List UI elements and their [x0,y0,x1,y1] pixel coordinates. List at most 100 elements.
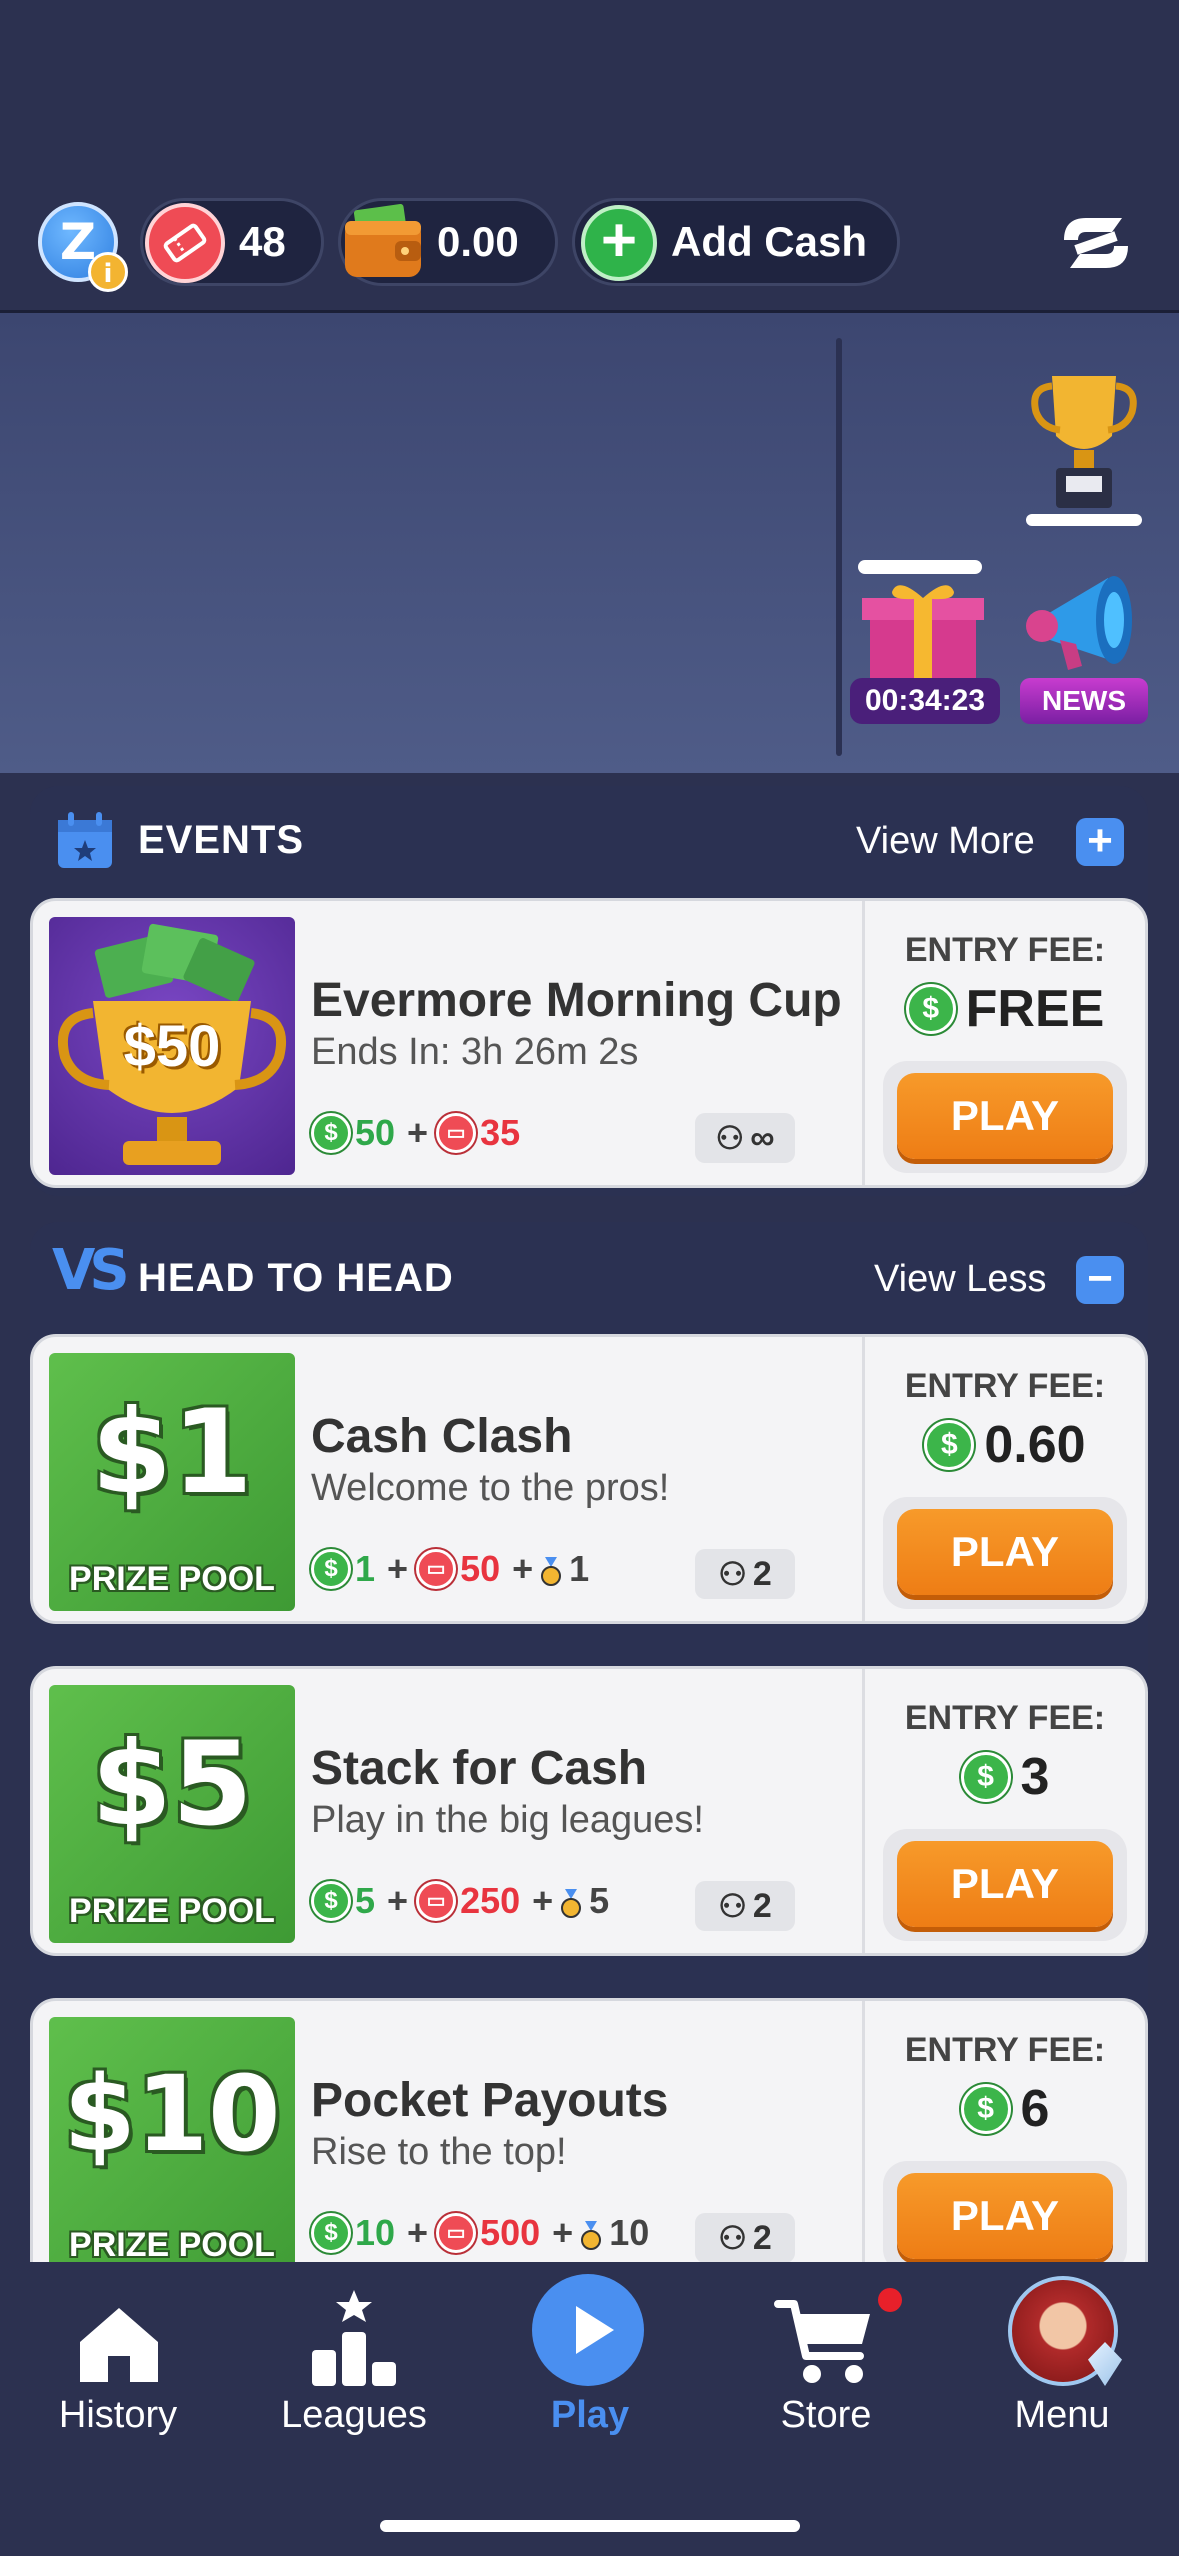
gift-box-button[interactable]: 00:34:23 [850,558,1006,726]
contest-name: Pocket Payouts [311,2074,669,2127]
view-less-label[interactable]: View Less [874,1258,1047,1301]
nav-label: Menu [1014,2394,1110,2436]
calendar-icon [54,810,116,872]
reward-medals: 5 [589,1880,610,1921]
wallet-pill[interactable]: 0.00 [338,198,558,286]
plus-sign: + [387,1548,409,1589]
players-count: 2 [752,1886,772,1925]
ticket-icon: ▭ [416,1549,457,1589]
entry-fee-amount: FREE [965,980,1105,1038]
prize-amount: $5 [91,1717,253,1852]
nav-history[interactable]: History [8,2262,228,2482]
h2h-card[interactable]: $1 PRIZE POOL Cash Clash Welcome to the … [30,1334,1148,1624]
ticket-icon [145,203,225,283]
prize-pool-label: PRIZE POOL [69,1560,275,1598]
players-badge: ⚇ 2 [695,2213,795,2263]
collapse-minus-icon[interactable]: − [1076,1256,1124,1304]
entry-fee-value: $6 [865,2079,1145,2139]
play-button-frame: PLAY [883,2161,1127,2273]
h2h-title: HEAD TO HEAD [138,1256,454,1300]
medal-icon [561,1886,582,1918]
play-button-frame: PLAY [883,1497,1127,1609]
sync-logo-icon[interactable] [1056,210,1136,276]
event-card[interactable]: $50 Evermore Morning Cup Ends In: 3h 26m… [30,898,1148,1188]
home-indicator [380,2520,800,2532]
nav-leagues[interactable]: Leagues [244,2262,464,2482]
play-button[interactable]: PLAY [897,1509,1113,1595]
tickets-pill[interactable]: 48 [140,198,324,286]
tickets-count: 48 [239,218,286,265]
gift-timer: 00:34:23 [850,678,1000,724]
z-badge-icon[interactable]: Z i [38,202,128,292]
nav-menu[interactable]: Menu [952,2262,1172,2482]
medal-icon [541,1554,562,1586]
avatar [1008,2276,1122,2386]
trophy-icon[interactable] [1022,366,1146,528]
person-icon: ⚇ [715,1120,745,1156]
expand-plus-icon[interactable]: + [1076,818,1124,866]
cash-coin-icon: $ [960,2084,1011,2134]
ticket-icon: ▭ [416,1881,457,1921]
plus-sign: + [532,1880,554,1921]
nav-store[interactable]: Store [716,2262,936,2482]
event-thumbnail: $50 [49,917,295,1175]
entry-fee-label: ENTRY FEE: [904,1367,1106,1405]
contest-subtitle: Welcome to the pros! [311,1467,670,1509]
entry-fee-amount: 6 [1020,2080,1050,2138]
entry-fee-value: $3 [865,1747,1145,1807]
reward-tickets: 500 [480,2212,541,2253]
players-badge: ⚇ 2 [695,1881,795,1931]
nav-label: Play [550,2394,630,2436]
contest-rewards: $ 1 + ▭ 50 + 1 [311,1547,597,1591]
reward-tickets: 250 [460,1880,521,1921]
view-more-label[interactable]: View More [856,820,1035,863]
entry-fee-column: ENTRY FEE: $ FREE PLAY [862,901,1145,1185]
nav-label: History [58,2394,178,2436]
notification-dot [878,2288,902,2312]
nav-play[interactable]: Play [480,2262,700,2482]
event-timer: Ends In: 3h 26m 2s [311,1031,639,1073]
play-button[interactable]: PLAY [897,1073,1113,1159]
home-icon [80,2308,158,2382]
prize-pool-thumbnail: $5 PRIZE POOL [49,1685,295,1943]
play-button[interactable]: PLAY [897,2173,1113,2259]
contest-subtitle: Rise to the top! [311,2131,567,2173]
plus-sign: + [407,2212,429,2253]
entry-fee-column: ENTRY FEE: $0.60 PLAY [862,1337,1145,1621]
play-button-frame: PLAY [883,1061,1127,1173]
avatar-badge-icon [1088,2342,1122,2386]
players-count: 2 [752,1554,772,1593]
cash-coin-icon: $ [905,984,956,1034]
entry-fee-amount: 0.60 [984,1416,1086,1474]
cash-coin-icon: $ [311,1549,351,1589]
cash-coin-icon: $ [311,2213,351,2253]
plus-sign: + [552,2212,574,2253]
cash-coin-icon: $ [311,1881,351,1921]
cash-coin-icon: $ [960,1752,1011,1802]
info-icon: i [88,252,128,292]
plus-circle-icon: + [581,205,657,281]
reward-cash: 1 [355,1548,376,1589]
prize-amount: $10 [63,2053,281,2175]
gift-progress-bar [858,560,982,574]
wallet-icon [341,203,427,283]
add-cash-button[interactable]: + Add Cash [572,198,900,286]
leagues-podium-icon [312,2290,396,2386]
news-button[interactable]: NEWS [1020,566,1150,726]
play-button[interactable]: PLAY [897,1841,1113,1927]
medal-icon [581,2218,602,2250]
entry-fee-label: ENTRY FEE: [904,2031,1106,2069]
players-badge: ⚇ ∞ [695,1113,795,1163]
ticket-icon: ▭ [436,2213,477,2253]
cart-icon [774,2300,870,2383]
contest-rewards: $ 5 + ▭ 250 + 5 [311,1879,617,1923]
prize-amount: $1 [91,1385,253,1520]
person-icon: ⚇ [718,2220,747,2256]
players-badge: ⚇ 2 [695,1549,795,1599]
top-currency-bar: Z i 48 0.00 + Add Cash [0,0,1179,313]
h2h-card[interactable]: $5 PRIZE POOL Stack for Cash Play in the… [30,1666,1148,1956]
add-cash-label: Add Cash [671,218,868,265]
plus-sign: + [407,1112,429,1153]
contest-rewards: $ 10 + ▭ 500 + 10 [311,2211,657,2255]
cash-coin-icon: $ [311,1113,351,1153]
